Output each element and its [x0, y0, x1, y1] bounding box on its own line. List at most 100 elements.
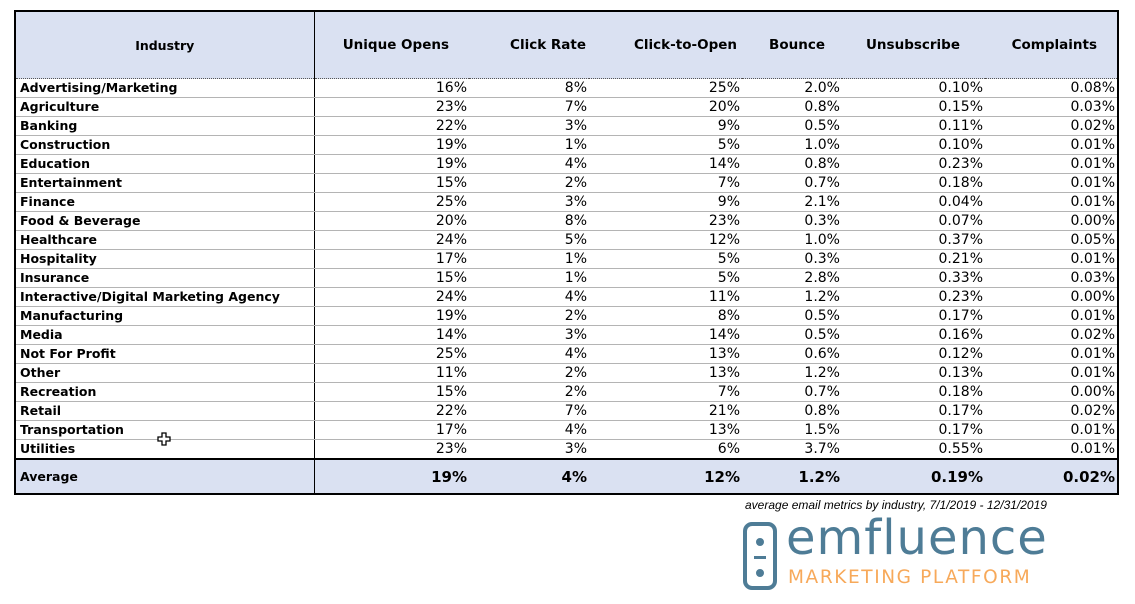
bounce-cell: 1.5% [742, 420, 842, 440]
complaints-cell: 0.01% [985, 363, 1117, 383]
industry-cell: Agriculture [16, 97, 315, 117]
table-row: Manufacturing 19% 2% 8% 0.5% 0.17% 0.01% [16, 306, 1117, 326]
click-rate-cell: 4% [469, 420, 589, 440]
table-row: Entertainment 15% 2% 7% 0.7% 0.18% 0.01% [16, 173, 1117, 193]
industry-cell: Food & Beverage [16, 211, 315, 231]
average-bounce: 1.2% [742, 458, 842, 493]
click-to-open-cell: 7% [589, 382, 742, 402]
click-rate-cell: 3% [564, 441, 587, 457]
header-click-rate: Click Rate [469, 12, 589, 79]
average-unsubscribe: 0.19% [842, 458, 985, 493]
unsubscribe-cell: 0.15% [842, 97, 985, 117]
bounce-cell: 3.7% [804, 441, 840, 457]
unique-opens-cell: 25% [314, 192, 469, 212]
complaints-cell: 0.08% [985, 78, 1117, 98]
industry-cell: Interactive/Digital Marketing Agency [16, 287, 315, 307]
unique-opens-cell: 19% [314, 135, 469, 155]
click-rate-cell: 2% [469, 363, 589, 383]
complaints-cell: 0.03% [985, 97, 1117, 117]
unique-opens-cell: 19% [314, 154, 469, 174]
bounce-cell: 2.8% [742, 268, 842, 288]
click-to-open-cell: 21% [589, 401, 742, 421]
unique-opens-cell: 19% [314, 306, 469, 326]
unique-opens-cell: 22% [314, 401, 469, 421]
table-row: Interactive/Digital Marketing Agency 24% 4… [16, 287, 1117, 307]
bounce-cell: 1.0% [742, 135, 842, 155]
bounce-cell: 0.3% [742, 249, 842, 269]
bounce-cell: 0.8% [742, 154, 842, 174]
industry-cell: Entertainment [16, 173, 315, 193]
bounce-cell: 0.7% [742, 382, 842, 402]
average-row: Average 19% 4% 12% 1.2% 0.19% 0.02% [16, 458, 1117, 493]
industry-cell: Other [16, 363, 315, 383]
table-row: Other 11% 2% 13% 1.2% 0.13% 0.01% [16, 363, 1117, 383]
click-rate-cell: 3% [469, 325, 589, 345]
click-to-open-cell: 9% [589, 192, 742, 212]
complaints-cell: 0.02% [985, 401, 1117, 421]
complaints-cell: 0.02% [985, 116, 1117, 136]
complaints-cell: 0.05% [985, 230, 1117, 250]
complaints-cell: 0.01% [985, 192, 1117, 212]
industry-cell: Not For Profit [16, 344, 315, 364]
average-click-rate: 4% [469, 458, 589, 493]
header-unsubscribe: Unsubscribe [842, 12, 985, 79]
bounce-cell: 0.5% [742, 325, 842, 345]
click-to-open-cell: 13% [589, 344, 742, 364]
emfluence-logo: emfluence MARKETING PLATFORM [742, 510, 1082, 598]
industry-cell: Construction [16, 135, 315, 155]
logo-tagline: MARKETING PLATFORM [788, 567, 1032, 588]
bounce-cell: 0.3% [742, 211, 842, 231]
unique-opens-cell: 15% [314, 382, 469, 402]
table-row: Hospitality 17% 1% 5% 0.3% 0.21% 0.01% [16, 249, 1117, 269]
unsubscribe-cell: 0.18% [842, 382, 985, 402]
complaints-cell: 0.01% [985, 249, 1117, 269]
table-row: Not For Profit 25% 4% 13% 0.6% 0.12% 0.01% [16, 344, 1117, 364]
click-rate-cell: 2% [469, 173, 589, 193]
click-rate-cell: 7% [469, 401, 589, 421]
industry-cell: Hospitality [16, 249, 315, 269]
unsubscribe-cell: 0.07% [842, 211, 985, 231]
bounce-cell: 0.7% [742, 173, 842, 193]
industry-cell: Retail [16, 401, 315, 421]
unsubscribe-cell: 0.17% [842, 420, 985, 440]
average-click-to-open: 12% [589, 458, 742, 493]
unique-opens-cell: 15% [314, 173, 469, 193]
unique-opens-cell: 14% [314, 325, 469, 345]
average-unique-opens: 19% [314, 458, 469, 493]
logo-brand-name: emfluence [786, 510, 1048, 566]
click-to-open-cell: 5% [589, 249, 742, 269]
unique-opens-cell: 16% [314, 78, 469, 98]
unique-opens-cell: 15% [314, 268, 469, 288]
unique-opens-cell: 20% [314, 211, 469, 231]
industry-cell: Finance [16, 192, 315, 212]
unsubscribe-cell: 0.13% [842, 363, 985, 383]
click-to-open-cell: 25% [589, 78, 742, 98]
unsubscribe-cell: 0.17% [842, 401, 985, 421]
unsubscribe-cell: 0.23% [842, 287, 985, 307]
click-rate-cell: 1% [469, 268, 589, 288]
bounce-cell: 0.6% [742, 344, 842, 364]
header-complaints: Complaints [985, 12, 1117, 79]
click-rate-cell: 4% [469, 154, 589, 174]
unique-opens-cell: 22% [314, 116, 469, 136]
click-to-open-cell: 7% [589, 173, 742, 193]
bounce-cell: 0.8% [742, 97, 842, 117]
unsubscribe-cell: 0.11% [842, 116, 985, 136]
table-row: Education 19% 4% 14% 0.8% 0.23% 0.01% [16, 154, 1117, 174]
unsubscribe-cell: 0.10% [842, 78, 985, 98]
industry-metrics-table: Industry Unique Opens Click Rate Click-t… [14, 10, 1119, 495]
complaints-cell: 0.01% [1070, 441, 1115, 457]
unsubscribe-cell: 0.04% [842, 192, 985, 212]
click-rate-cell: 1% [469, 135, 589, 155]
unique-opens-cell: 17% [314, 249, 469, 269]
table-body: Advertising/Marketing 16% 8% 25% 2.0% 0.10% 0.… [16, 78, 1117, 459]
complaints-cell: 0.01% [985, 344, 1117, 364]
unique-opens-cell: 23% [314, 97, 469, 117]
click-to-open-cell: 12% [589, 230, 742, 250]
bounce-cell: 2.0% [742, 78, 842, 98]
complaints-cell: 0.01% [985, 154, 1117, 174]
click-rate-cell: 2% [469, 382, 589, 402]
click-to-open-cell: 13% [589, 363, 742, 383]
click-to-open-cell: 20% [589, 97, 742, 117]
industry-cell: Education [16, 154, 315, 174]
